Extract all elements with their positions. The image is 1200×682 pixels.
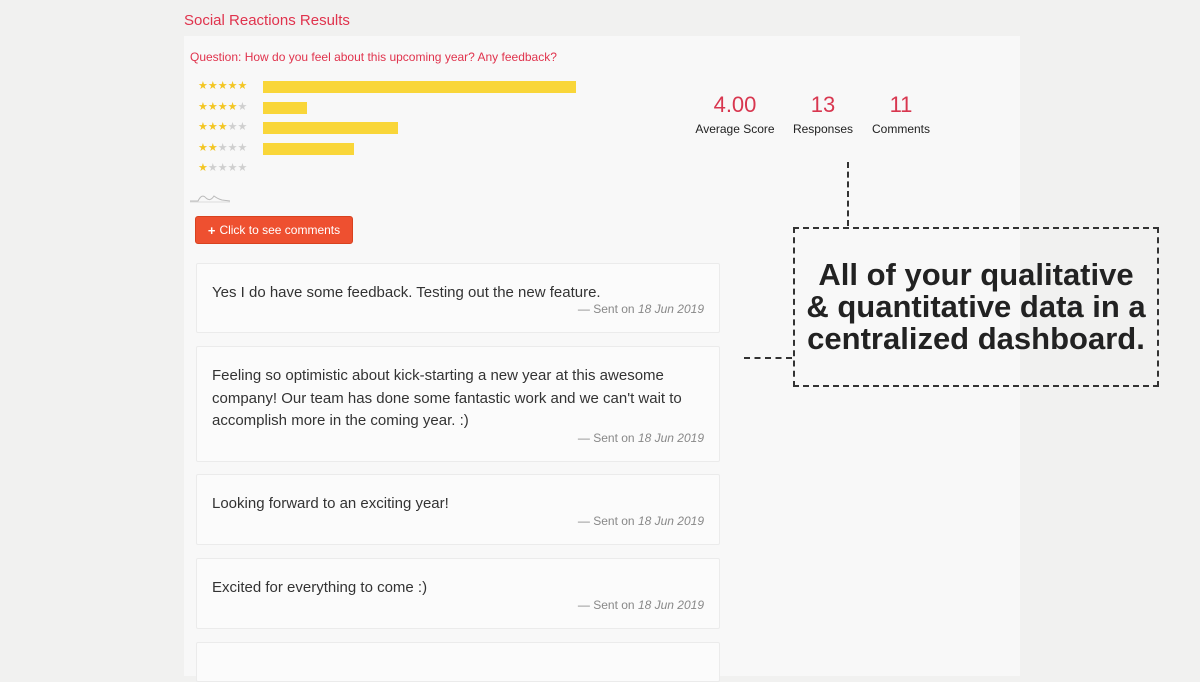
sent-date: 18 Jun 2019: [637, 514, 704, 528]
comment-meta: — Sent on 18 Jun 2019: [578, 514, 704, 528]
plus-icon: +: [207, 222, 216, 238]
comment-meta: — Sent on 18 Jun 2019: [578, 431, 704, 445]
sent-date: 18 Jun 2019: [637, 598, 704, 612]
rating-row-3: ★★★★★: [198, 121, 598, 134]
rating-row-1: ★★★★★: [198, 162, 598, 175]
callout-connector-horizontal: [744, 357, 792, 359]
callout-text: All of your qualitative & quantitative d…: [806, 257, 1146, 356]
rating-bar: [263, 142, 354, 155]
average-score-stat: 4.00 Average Score: [690, 92, 780, 136]
comment-card: Looking forward to an exciting year! — S…: [196, 474, 720, 545]
feature-callout: All of your qualitative & quantitative d…: [793, 227, 1159, 387]
comment-text: Looking forward to an exciting year!: [212, 495, 449, 512]
callout-connector-vertical: [847, 162, 849, 226]
responses-label: Responses: [792, 122, 854, 136]
question-text: Question: How do you feel about this upc…: [190, 50, 557, 64]
comments-label: Comments: [871, 122, 930, 136]
sent-prefix: — Sent on: [577, 302, 635, 316]
sent-prefix: — Sent on: [577, 431, 635, 445]
rating-row-4: ★★★★★: [198, 100, 598, 114]
star-rating-icon: ★★★★★: [198, 162, 248, 174]
comment-meta: — Sent on 18 Jun 2019: [578, 302, 704, 316]
sent-date: 18 Jun 2019: [637, 302, 704, 316]
sent-prefix: — Sent on: [577, 514, 635, 528]
responses-stat: 13 Responses: [786, 92, 860, 136]
comment-card: Excited for everything to come :) — Sent…: [196, 558, 720, 629]
rating-row-5: ★★★★★: [198, 80, 598, 93]
star-rating-icon: ★★★★★: [198, 121, 248, 133]
trend-sparkline: [190, 195, 230, 203]
page-title: Social Reactions Results: [184, 12, 350, 29]
rating-bar: [263, 122, 398, 134]
rating-bar: [263, 101, 307, 114]
rating-bar: [263, 81, 576, 93]
comment-meta: — Sent on 18 Jun 2019: [578, 598, 704, 612]
comment-text: Excited for everything to come :): [212, 579, 428, 596]
average-score-value: 4.00: [713, 92, 757, 117]
comments-value: 11: [889, 92, 913, 117]
rating-row-2: ★★★★★: [198, 141, 598, 155]
star-rating-icon: ★★★★★: [198, 141, 248, 154]
sent-date: 18 Jun 2019: [637, 431, 704, 445]
average-score-label: Average Score: [695, 122, 775, 136]
responses-value: 13: [810, 92, 836, 117]
see-comments-button[interactable]: + Click to see comments: [195, 216, 353, 244]
star-rating-icon: ★★★★★: [198, 80, 248, 92]
see-comments-label: Click to see comments: [219, 223, 341, 237]
star-rating-icon: ★★★★★: [198, 100, 248, 113]
comment-text: Feeling so optimistic about kick-startin…: [212, 367, 682, 429]
comment-card-partial: [196, 642, 720, 682]
comments-stat: 11 Comments: [866, 92, 936, 136]
comment-card: Feeling so optimistic about kick-startin…: [196, 346, 720, 462]
comment-card: Yes I do have some feedback. Testing out…: [196, 263, 720, 333]
sent-prefix: — Sent on: [577, 598, 635, 612]
